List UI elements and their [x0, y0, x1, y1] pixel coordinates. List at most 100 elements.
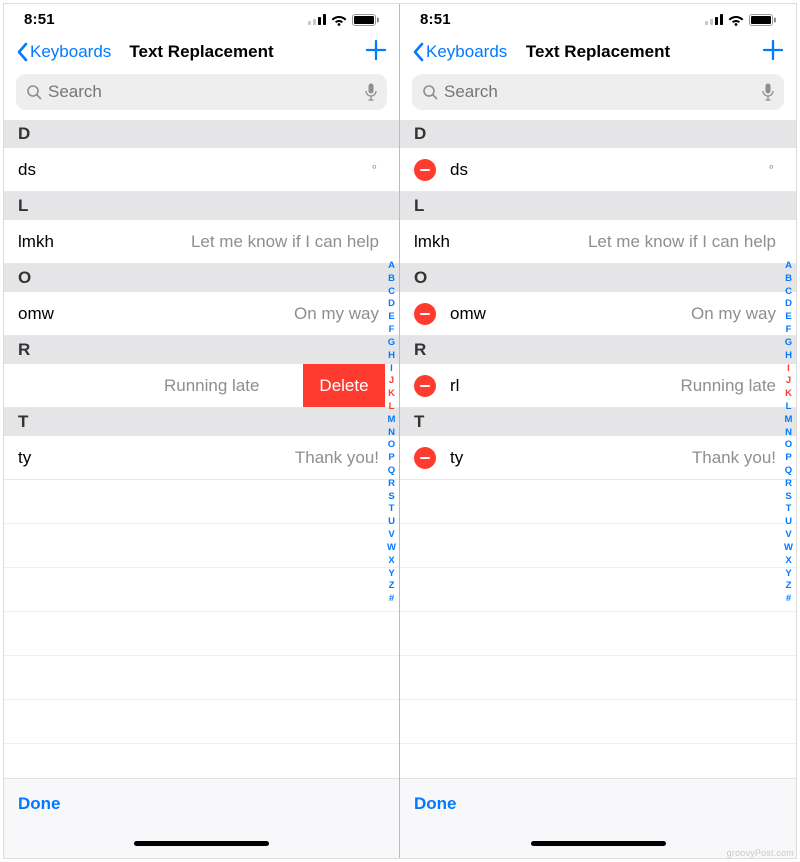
signal-icon: [705, 14, 723, 25]
index-letter[interactable]: #: [786, 593, 791, 606]
index-letter[interactable]: S: [785, 491, 791, 504]
index-letter[interactable]: M: [388, 414, 396, 427]
alphabet-index[interactable]: ABCDEFGHIJKLMNOPQRSTUVWXYZ#: [782, 260, 795, 606]
index-letter[interactable]: G: [785, 337, 792, 350]
table-row[interactable]: omw On my way: [400, 292, 796, 336]
table-row[interactable]: rl Running late: [400, 364, 796, 408]
index-letter[interactable]: T: [786, 503, 792, 516]
index-letter[interactable]: V: [388, 529, 394, 542]
index-letter[interactable]: C: [785, 286, 792, 299]
index-letter[interactable]: W: [387, 542, 396, 555]
table-row[interactable]: lmkh Let me know if I can help: [400, 220, 796, 264]
mic-icon[interactable]: [762, 83, 774, 101]
index-letter[interactable]: J: [389, 375, 394, 388]
index-letter[interactable]: L: [786, 401, 792, 414]
index-letter[interactable]: E: [785, 311, 791, 324]
index-letter[interactable]: O: [785, 439, 792, 452]
back-label: Keyboards: [426, 42, 507, 62]
plus-icon: [365, 39, 387, 61]
index-letter[interactable]: W: [784, 542, 793, 555]
table-row[interactable]: ty Thank you!: [400, 436, 796, 480]
table-row[interactable]: ds °: [400, 148, 796, 192]
index-letter[interactable]: H: [388, 350, 395, 363]
index-letter[interactable]: Z: [389, 580, 395, 593]
delete-minus-button[interactable]: [414, 375, 436, 397]
index-letter[interactable]: B: [785, 273, 792, 286]
back-button[interactable]: Keyboards: [412, 42, 507, 62]
index-letter[interactable]: A: [785, 260, 792, 273]
index-letter[interactable]: X: [388, 555, 394, 568]
index-letter[interactable]: #: [389, 593, 394, 606]
add-button[interactable]: [365, 38, 387, 66]
shortcut-text: omw: [18, 304, 54, 324]
index-letter[interactable]: D: [388, 298, 395, 311]
index-letter[interactable]: O: [388, 439, 395, 452]
done-button[interactable]: Done: [18, 794, 61, 814]
delete-minus-button[interactable]: [414, 447, 436, 469]
delete-minus-button[interactable]: [414, 159, 436, 181]
alphabet-index[interactable]: ABCDEFGHIJKLMNOPQRSTUVWXYZ#: [385, 260, 398, 606]
index-letter[interactable]: H: [785, 350, 792, 363]
index-letter[interactable]: S: [388, 491, 394, 504]
index-letter[interactable]: A: [388, 260, 395, 273]
index-letter[interactable]: L: [389, 401, 395, 414]
index-letter[interactable]: G: [388, 337, 395, 350]
index-letter[interactable]: B: [388, 273, 395, 286]
search-bar[interactable]: [16, 74, 387, 110]
index-letter[interactable]: Q: [388, 465, 395, 478]
list[interactable]: ABCDEFGHIJKLMNOPQRSTUVWXYZ# D ds ° L lmk…: [400, 120, 796, 778]
done-button[interactable]: Done: [414, 794, 457, 814]
search-input[interactable]: [444, 82, 756, 102]
mic-icon[interactable]: [365, 83, 377, 101]
back-label: Keyboards: [30, 42, 111, 62]
table-row[interactable]: lmkh Let me know if I can help: [4, 220, 399, 264]
index-letter[interactable]: Z: [786, 580, 792, 593]
index-letter[interactable]: Q: [785, 465, 792, 478]
home-area: [4, 828, 399, 858]
index-letter[interactable]: D: [785, 298, 792, 311]
index-letter[interactable]: Y: [785, 568, 791, 581]
delete-button[interactable]: Delete: [303, 364, 385, 407]
minus-icon: [419, 452, 431, 464]
index-letter[interactable]: I: [787, 363, 790, 376]
table-row[interactable]: omw On my way: [4, 292, 399, 336]
index-letter[interactable]: X: [785, 555, 791, 568]
delete-minus-button[interactable]: [414, 303, 436, 325]
index-letter[interactable]: Y: [388, 568, 394, 581]
index-letter[interactable]: P: [785, 452, 791, 465]
index-letter[interactable]: K: [785, 388, 792, 401]
home-indicator[interactable]: [134, 841, 269, 846]
index-letter[interactable]: T: [389, 503, 395, 516]
plus-icon: [762, 39, 784, 61]
table-row[interactable]: ds °: [4, 148, 399, 192]
table-row[interactable]: ty Thank you!: [4, 436, 399, 480]
section-header-l: L: [400, 192, 796, 220]
index-letter[interactable]: N: [785, 427, 792, 440]
add-button[interactable]: [762, 38, 784, 66]
index-letter[interactable]: P: [388, 452, 394, 465]
list[interactable]: ABCDEFGHIJKLMNOPQRSTUVWXYZ# D ds ° L lmk…: [4, 120, 399, 778]
index-letter[interactable]: M: [785, 414, 793, 427]
section-header-t: T: [400, 408, 796, 436]
blank-row: [400, 612, 796, 656]
back-button[interactable]: Keyboards: [16, 42, 111, 62]
index-letter[interactable]: N: [388, 427, 395, 440]
table-row-swiped[interactable]: Running late Delete: [4, 364, 399, 408]
index-letter[interactable]: E: [388, 311, 394, 324]
search-input[interactable]: [48, 82, 359, 102]
index-letter[interactable]: J: [786, 375, 791, 388]
index-letter[interactable]: U: [388, 516, 395, 529]
index-letter[interactable]: V: [785, 529, 791, 542]
index-letter[interactable]: F: [786, 324, 792, 337]
index-letter[interactable]: I: [390, 363, 393, 376]
index-letter[interactable]: U: [785, 516, 792, 529]
search-bar[interactable]: [412, 74, 784, 110]
home-indicator[interactable]: [531, 841, 666, 846]
index-letter[interactable]: K: [388, 388, 395, 401]
index-letter[interactable]: R: [388, 478, 395, 491]
index-letter[interactable]: C: [388, 286, 395, 299]
index-letter[interactable]: F: [389, 324, 395, 337]
phrase-text: Thank you!: [295, 448, 379, 468]
shortcut-text: ty: [450, 448, 463, 468]
index-letter[interactable]: R: [785, 478, 792, 491]
